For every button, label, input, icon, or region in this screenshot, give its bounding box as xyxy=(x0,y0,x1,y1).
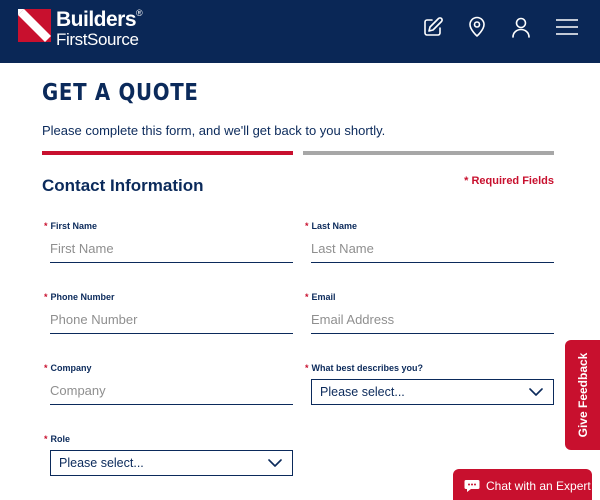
required-marker: * xyxy=(44,221,48,231)
give-feedback-label: Give Feedback xyxy=(575,352,590,438)
give-feedback-tab[interactable]: Give Feedback xyxy=(565,340,600,450)
email-label-text: Email xyxy=(311,292,336,302)
logo-line-2: FirstSource xyxy=(56,30,139,49)
logo-mark-icon xyxy=(18,9,51,42)
last-name-label-text: Last Name xyxy=(311,221,358,231)
company-label-text: Company xyxy=(50,363,92,373)
role-label-text: Role xyxy=(50,434,71,444)
logo-line-1: Builders xyxy=(56,8,137,31)
chat-with-expert-button[interactable]: Chat with an Expert xyxy=(453,469,592,500)
describes-you-select[interactable]: Please select... xyxy=(311,379,554,405)
logo-wordmark: Builders® FirstSource xyxy=(56,8,143,49)
required-marker: * xyxy=(305,292,309,302)
progress-step-2 xyxy=(303,151,554,155)
first-name-label-text: First Name xyxy=(50,221,98,231)
describes-you-label-text: What best describes you? xyxy=(311,363,424,373)
location-pin-icon[interactable] xyxy=(466,16,488,38)
phone-number-label: * Phone Number xyxy=(44,292,115,302)
email-input[interactable] xyxy=(311,306,554,334)
required-fields-note: * Required Fields xyxy=(464,175,554,187)
required-marker: * xyxy=(44,363,48,373)
chevron-down-icon xyxy=(529,386,543,398)
chat-bubble-icon xyxy=(464,480,480,492)
progress-step-1 xyxy=(42,151,293,155)
company-input[interactable] xyxy=(50,377,293,405)
last-name-input[interactable] xyxy=(311,235,554,263)
builders-firstsource-logo[interactable]: Builders® FirstSource xyxy=(18,8,143,49)
site-header: Builders® FirstSource xyxy=(0,0,600,63)
required-marker: * xyxy=(44,292,48,302)
chevron-down-icon xyxy=(268,457,282,469)
page-title: GET A QUOTE xyxy=(42,80,199,106)
logo-registered-mark: ® xyxy=(136,8,143,18)
first-name-input[interactable] xyxy=(50,235,293,263)
phone-number-input[interactable] xyxy=(50,306,293,334)
required-marker: * xyxy=(305,363,309,373)
phone-number-label-text: Phone Number xyxy=(50,292,115,302)
menu-icon[interactable] xyxy=(556,16,578,38)
last-name-label: * Last Name xyxy=(305,221,357,231)
page-subtitle: Please complete this form, and we'll get… xyxy=(42,123,386,138)
email-label: * Email xyxy=(305,292,336,302)
describes-you-label: * What best describes you? xyxy=(305,363,423,373)
company-label: * Company xyxy=(44,363,92,373)
required-marker: * xyxy=(305,221,309,231)
role-selected-value: Please select... xyxy=(59,456,144,470)
account-icon[interactable] xyxy=(510,16,532,38)
section-title: Contact Information xyxy=(42,176,204,195)
role-select[interactable]: Please select... xyxy=(50,450,293,476)
chat-button-label: Chat with an Expert xyxy=(486,479,591,493)
edit-quote-icon[interactable] xyxy=(422,16,444,38)
required-marker: * xyxy=(44,434,48,444)
role-label: * Role xyxy=(44,434,70,444)
describes-you-selected-value: Please select... xyxy=(320,385,405,399)
first-name-label: * First Name xyxy=(44,221,97,231)
